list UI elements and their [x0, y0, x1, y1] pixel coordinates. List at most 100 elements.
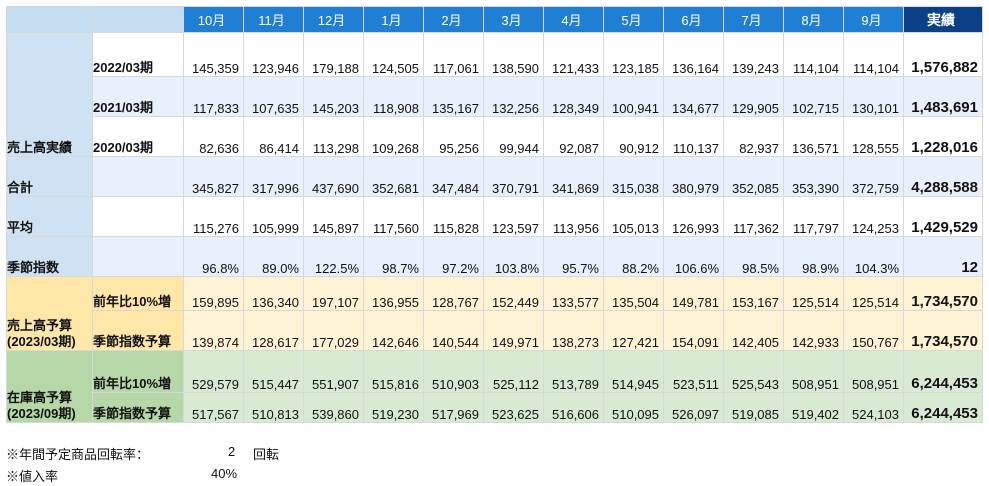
total-cell[interactable]: 6,244,453: [903, 392, 983, 423]
cell[interactable]: 98.9%: [783, 236, 844, 277]
cell[interactable]: 117,797: [783, 196, 844, 237]
cell[interactable]: 519,085: [723, 392, 784, 423]
cell[interactable]: 352,681: [363, 156, 424, 197]
cell[interactable]: 372,759: [843, 156, 904, 197]
cell[interactable]: 135,167: [423, 76, 484, 117]
cell[interactable]: 102,715: [783, 76, 844, 117]
row-label[interactable]: 前年比10%増: [92, 276, 184, 311]
cell[interactable]: 126,993: [663, 196, 724, 237]
cell[interactable]: 197,107: [303, 276, 364, 311]
total-cell[interactable]: 1,734,570: [903, 310, 983, 351]
cell[interactable]: 142,405: [723, 310, 784, 351]
cell[interactable]: 128,767: [423, 276, 484, 311]
group-label-sales-actual[interactable]: 売上高実績: [6, 32, 93, 157]
cell[interactable]: [92, 196, 184, 237]
cell[interactable]: 114,104: [783, 32, 844, 77]
cell[interactable]: 124,253: [843, 196, 904, 237]
row-label[interactable]: 季節指数予算: [92, 392, 184, 423]
cell[interactable]: 139,874: [183, 310, 244, 351]
cell[interactable]: 110,137: [663, 116, 724, 157]
cell[interactable]: 380,979: [663, 156, 724, 197]
cell[interactable]: 82,636: [183, 116, 244, 157]
cell[interactable]: 134,677: [663, 76, 724, 117]
month-header[interactable]: 5月: [603, 6, 664, 33]
cell[interactable]: 142,933: [783, 310, 844, 351]
month-header[interactable]: 9月: [843, 6, 904, 33]
cell[interactable]: 525,112: [483, 350, 544, 393]
cell[interactable]: 513,789: [543, 350, 604, 393]
cell[interactable]: 125,514: [783, 276, 844, 311]
cell[interactable]: 127,421: [603, 310, 664, 351]
month-header[interactable]: 3月: [483, 6, 544, 33]
cell[interactable]: 524,103: [843, 392, 904, 423]
cell[interactable]: 437,690: [303, 156, 364, 197]
cell[interactable]: 515,447: [243, 350, 304, 393]
cell[interactable]: 177,029: [303, 310, 364, 351]
cell[interactable]: 523,511: [663, 350, 724, 393]
cell[interactable]: 145,203: [303, 76, 364, 117]
cell[interactable]: 551,907: [303, 350, 364, 393]
cell[interactable]: 341,869: [543, 156, 604, 197]
cell[interactable]: 510,095: [603, 392, 664, 423]
cell[interactable]: 517,567: [183, 392, 244, 423]
cell[interactable]: 86,414: [243, 116, 304, 157]
cell[interactable]: 523,625: [483, 392, 544, 423]
cell[interactable]: 95,256: [423, 116, 484, 157]
group-label-sales-budget[interactable]: 売上高予算 (2023/03期): [6, 276, 93, 351]
total-cell[interactable]: 1,576,882: [903, 32, 983, 77]
cell[interactable]: 138,590: [483, 32, 544, 77]
month-header[interactable]: 4月: [543, 6, 604, 33]
total-cell[interactable]: 1,228,016: [903, 116, 983, 157]
cell[interactable]: 104.3%: [843, 236, 904, 277]
cell[interactable]: 508,951: [783, 350, 844, 393]
cell[interactable]: 370,791: [483, 156, 544, 197]
cell[interactable]: 121,433: [543, 32, 604, 77]
month-header[interactable]: 6月: [663, 6, 724, 33]
total-cell[interactable]: 6,244,453: [903, 350, 983, 393]
cell[interactable]: 130,101: [843, 76, 904, 117]
cell[interactable]: 98.5%: [723, 236, 784, 277]
month-header[interactable]: 2月: [423, 6, 484, 33]
cell[interactable]: 95.7%: [543, 236, 604, 277]
header-blank-cell[interactable]: [92, 6, 184, 33]
cell[interactable]: 149,781: [663, 276, 724, 311]
month-header[interactable]: 1月: [363, 6, 424, 33]
cell[interactable]: 529,579: [183, 350, 244, 393]
row-label-sum[interactable]: 合計: [6, 156, 93, 197]
cell[interactable]: 352,085: [723, 156, 784, 197]
row-label[interactable]: 季節指数予算: [92, 310, 184, 351]
cell[interactable]: 345,827: [183, 156, 244, 197]
cell[interactable]: 136,955: [363, 276, 424, 311]
cell[interactable]: 159,895: [183, 276, 244, 311]
cell[interactable]: 140,544: [423, 310, 484, 351]
month-header[interactable]: 8月: [783, 6, 844, 33]
cell[interactable]: 98.7%: [363, 236, 424, 277]
cell[interactable]: 136,164: [663, 32, 724, 77]
month-header[interactable]: 12月: [303, 6, 364, 33]
cell[interactable]: 88.2%: [603, 236, 664, 277]
month-header[interactable]: 10月: [183, 6, 244, 33]
cell[interactable]: 142,646: [363, 310, 424, 351]
cell[interactable]: 138,273: [543, 310, 604, 351]
total-cell[interactable]: 1,429,529: [903, 196, 983, 237]
row-label[interactable]: 2021/03期: [92, 76, 184, 117]
cell[interactable]: 117,560: [363, 196, 424, 237]
cell[interactable]: 115,828: [423, 196, 484, 237]
cell[interactable]: 99,944: [483, 116, 544, 157]
cell[interactable]: 122.5%: [303, 236, 364, 277]
cell[interactable]: [92, 236, 184, 277]
row-label[interactable]: 前年比10%増: [92, 350, 184, 393]
cell[interactable]: 149,971: [483, 310, 544, 351]
cell[interactable]: 125,514: [843, 276, 904, 311]
cell[interactable]: 106.6%: [663, 236, 724, 277]
cell[interactable]: 136,571: [783, 116, 844, 157]
month-header[interactable]: 11月: [243, 6, 304, 33]
cell[interactable]: 539,860: [303, 392, 364, 423]
cell[interactable]: 519,230: [363, 392, 424, 423]
cell[interactable]: 128,349: [543, 76, 604, 117]
cell[interactable]: 117,362: [723, 196, 784, 237]
cell[interactable]: 92,087: [543, 116, 604, 157]
cell[interactable]: 114,104: [843, 32, 904, 77]
cell[interactable]: 135,504: [603, 276, 664, 311]
cell[interactable]: 353,390: [783, 156, 844, 197]
